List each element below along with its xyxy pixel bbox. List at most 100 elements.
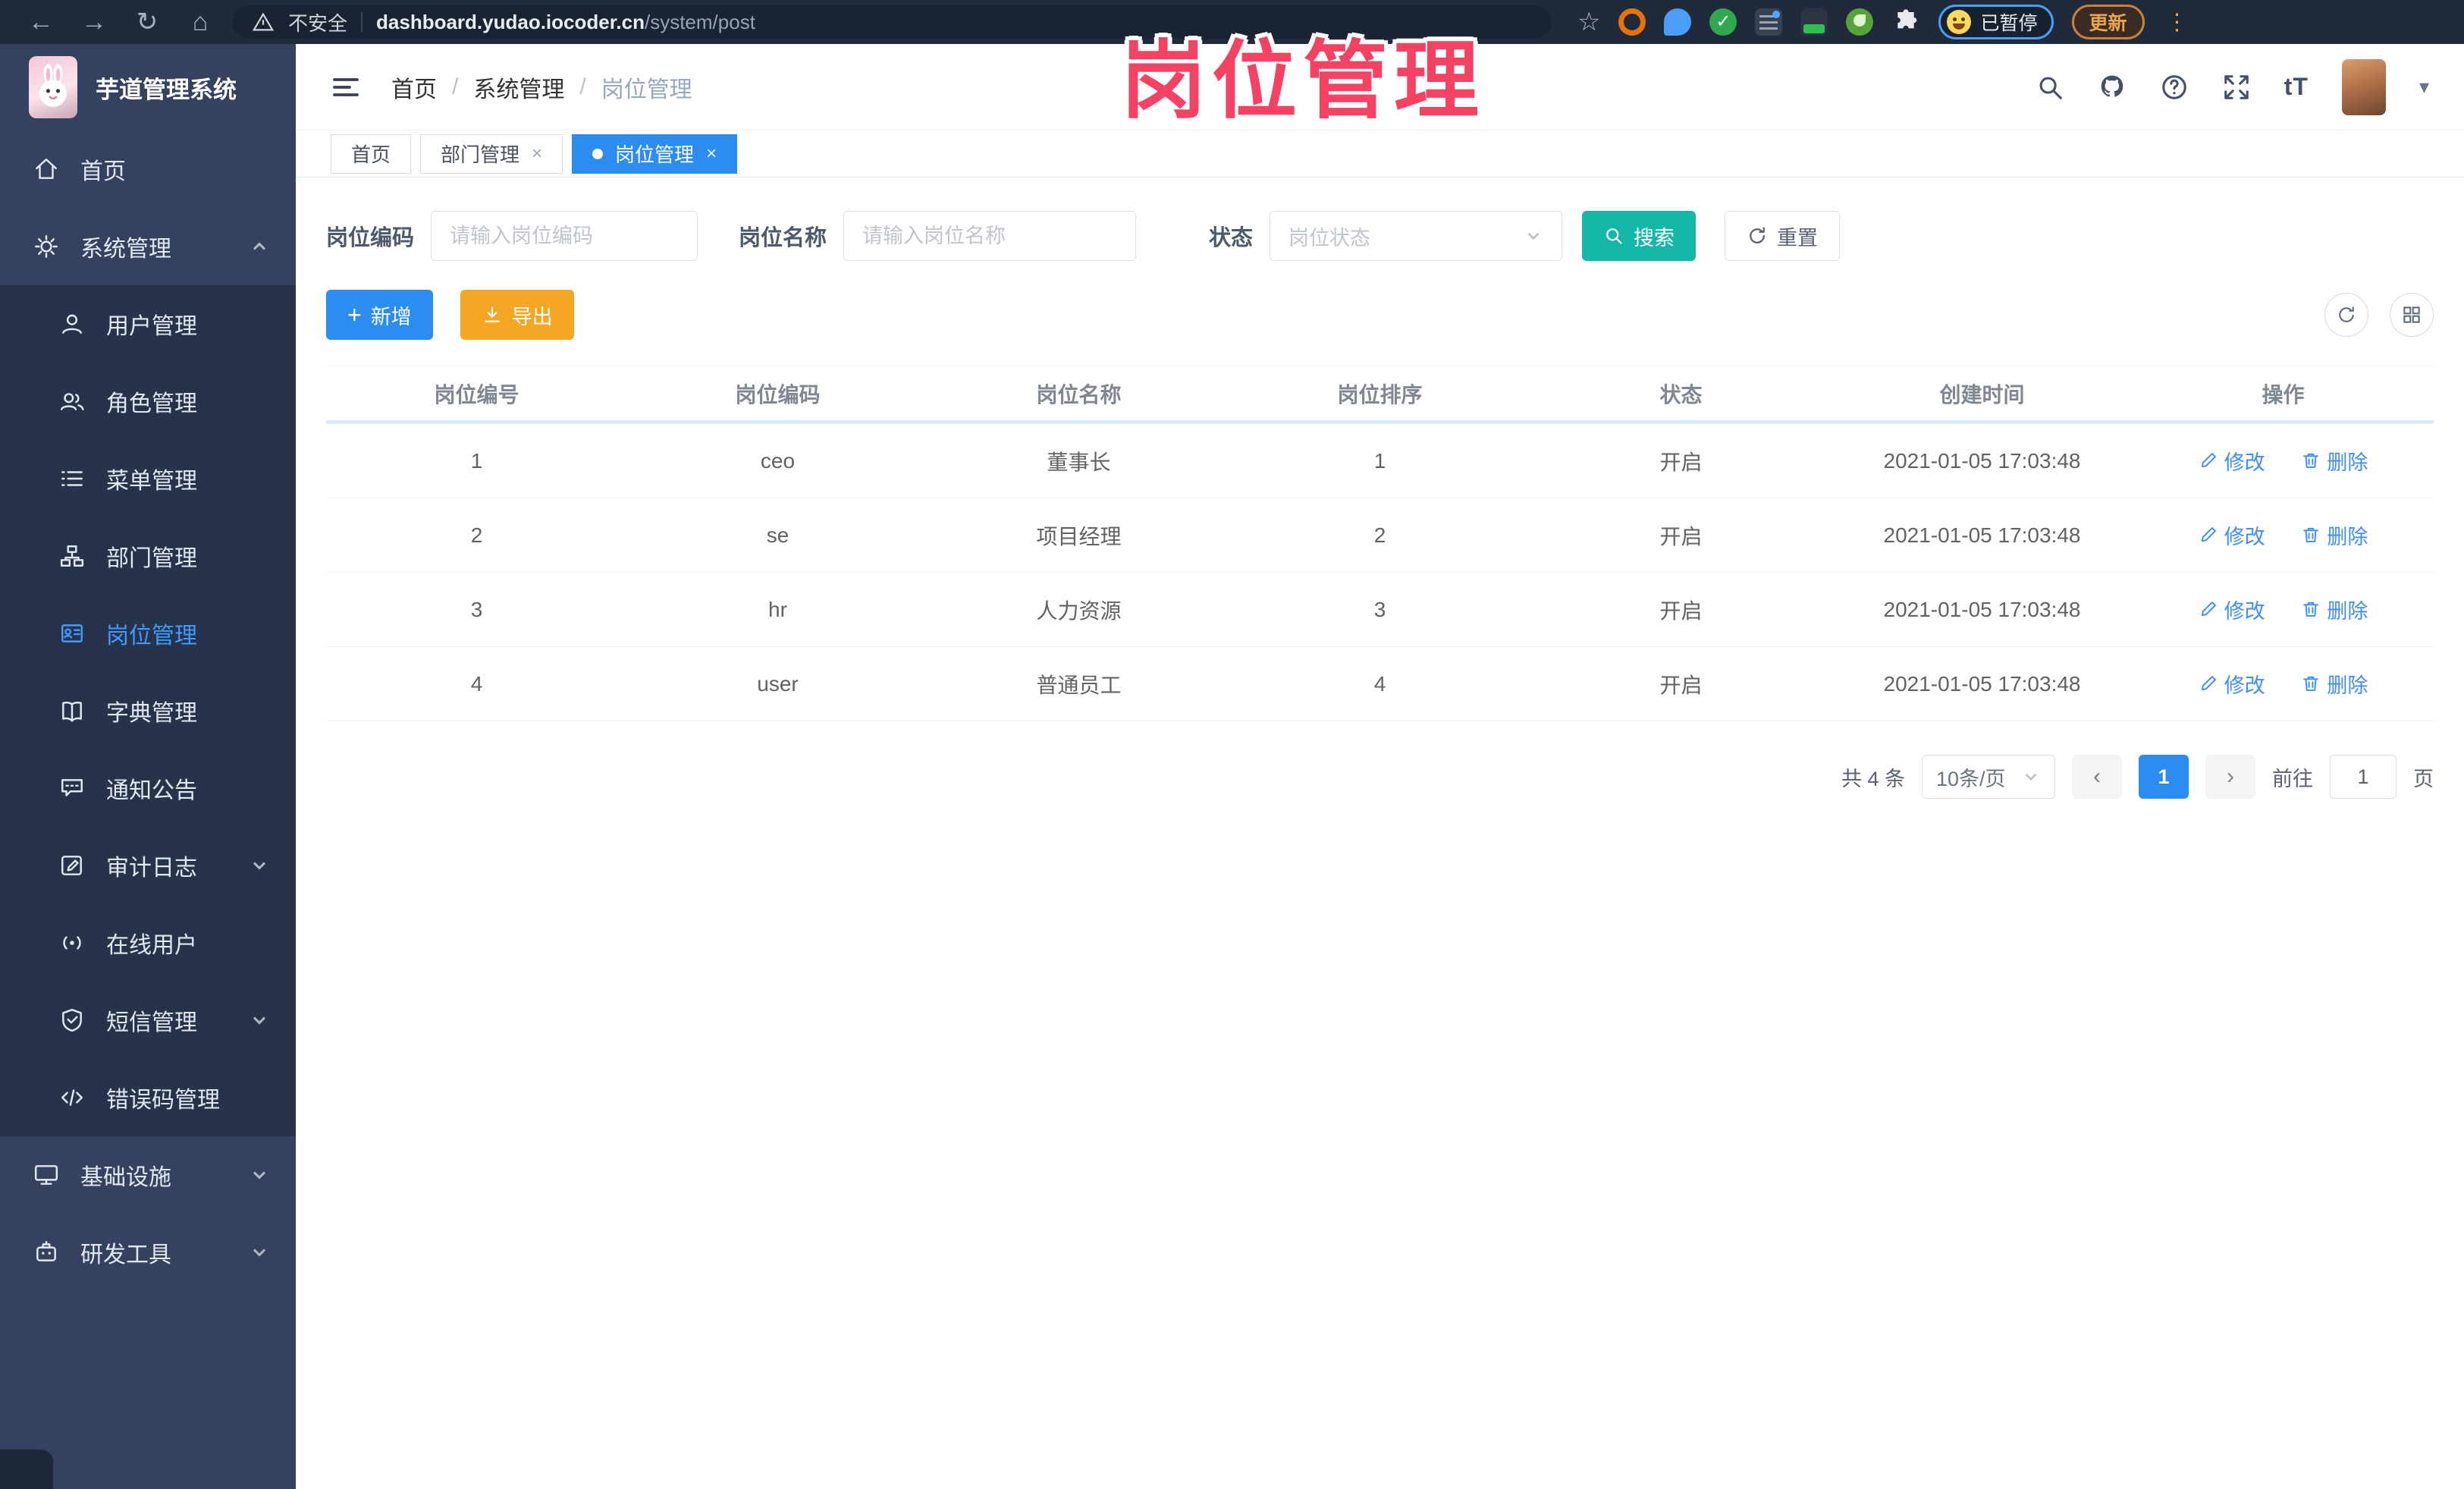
trash-icon [2303,602,2319,617]
robot-icon [36,1240,56,1261]
active-dot [592,148,604,159]
search-icon[interactable] [2036,73,2064,102]
delete-link[interactable]: 删除 [2301,520,2368,550]
edit-link[interactable]: 修改 [2199,595,2265,624]
help-icon[interactable] [2160,73,2189,102]
close-icon[interactable]: × [706,143,717,165]
sidebar-item-departments[interactable]: 部门管理 [0,517,296,595]
delete-label: 删除 [2327,674,2368,697]
edit-link[interactable]: 修改 [2199,669,2265,699]
cell-sort: 1 [1373,448,1386,473]
sidebar-item-error-codes[interactable]: 错误码管理 [0,1059,296,1136]
page-size-select[interactable]: 10条/页 [1922,755,2055,799]
back-icon[interactable]: ← [20,8,62,37]
column-header: 操作 [2262,382,2305,407]
sidebar-item-menus[interactable]: 菜单管理 [0,440,296,517]
cell-actions: 修改 删除 [2133,595,2434,625]
edit-label: 修改 [2224,674,2265,697]
breadcrumb-current: 岗位管理 [601,77,692,102]
tab-home[interactable]: 首页 [331,134,412,174]
sidebar-item-users[interactable]: 用户管理 [0,285,296,363]
chevron-down-icon[interactable]: ▾ [2419,75,2429,99]
delete-link[interactable]: 删除 [2301,669,2368,699]
extension-green-leaf-icon[interactable] [1846,8,1874,36]
browser-menu-icon[interactable]: ⋮ [2163,9,2192,36]
post-name-input[interactable] [843,211,1137,261]
goto-label: 前往 [2272,767,2313,790]
sidebar-item-devtools[interactable]: 研发工具 [0,1214,296,1291]
bookmark-star-icon[interactable]: ☆ [1577,7,1600,37]
security-label[interactable]: 不安全 [288,8,347,36]
export-button[interactable]: 导出 [460,290,574,340]
cell-name: 董事长 [1047,450,1111,474]
add-button[interactable]: + 新增 [326,290,433,340]
address-bar[interactable]: 不安全 dashboard.yudao.iocoder.cn/system/po… [232,5,1552,39]
fullscreen-icon[interactable] [2222,73,2251,102]
sidebar-item-roles[interactable]: 角色管理 [0,363,296,440]
extension-orange-ring-icon[interactable] [1618,8,1646,36]
post-code-input[interactable] [431,211,698,261]
tab-posts[interactable]: 岗位管理 × [572,134,738,174]
edit-link[interactable]: 修改 [2199,520,2265,550]
cell-actions: 修改 删除 [2133,669,2434,699]
page-unit-label: 页 [2413,767,2434,790]
cell-id: 1 [470,448,483,473]
broadcast-icon [63,936,81,950]
sidebar-item-online-users[interactable]: 在线用户 [0,904,296,982]
sidebar-item-notice[interactable]: 通知公告 [0,749,296,827]
search-button[interactable]: 搜索 [1582,211,1697,261]
logo-row[interactable]: 芋道管理系统 [0,44,296,130]
status-select[interactable]: 岗位状态 [1270,211,1563,261]
extension-green-check-icon[interactable]: ✓ [1709,8,1737,36]
extension-sliders-icon[interactable] [1755,8,1783,36]
sidebar-item-label: 研发工具 [80,1242,171,1268]
sidebar-item-dict[interactable]: 字典管理 [0,672,296,749]
extension-dark-badge-icon[interactable] [1800,8,1828,36]
sidebar-item-infrastructure[interactable]: 基础设施 [0,1136,296,1214]
chevron-up-icon [253,242,266,250]
avatar[interactable] [2341,58,2386,115]
cell-status: 开启 [1659,673,1703,697]
hamburger-icon[interactable] [331,72,361,102]
cell-code: se [766,523,789,547]
cell-actions: 修改 删除 [2133,446,2434,476]
extensions-puzzle-icon[interactable] [1891,8,1920,36]
cell-id: 2 [470,523,483,547]
page-number-1[interactable]: 1 [2139,755,2189,799]
sidebar-item-home[interactable]: 首页 [0,130,296,208]
github-icon[interactable] [2098,73,2127,102]
table-row: 2 se 项目经理 2 开启 2021-01-05 17:03:48 修改 删除 [326,498,2434,573]
breadcrumb-system[interactable]: 系统管理 [473,71,564,104]
sidebar-item-posts[interactable]: 岗位管理 [0,595,296,672]
grid-icon [2403,306,2420,323]
tab-departments[interactable]: 部门管理 × [420,134,563,174]
column-settings-button[interactable] [2390,293,2434,337]
sidebar-item-audit-log[interactable]: 审计日志 [0,827,296,904]
refresh-table-button[interactable] [2324,293,2368,337]
column-header: 创建时间 [1939,382,2025,407]
reset-button[interactable]: 重置 [1725,211,1841,261]
tab-label: 岗位管理 [615,143,695,166]
prev-page-button[interactable]: ‹ [2072,755,2122,799]
comment-icon [61,779,83,796]
url-domain: dashboard.yudao.iocoder.cn [376,10,645,33]
font-size-icon[interactable]: tT [2284,73,2309,101]
delete-link[interactable]: 删除 [2301,446,2368,476]
sidebar-item-sms[interactable]: 短信管理 [0,982,296,1059]
url-text[interactable]: dashboard.yudao.iocoder.cn/system/post [376,11,755,34]
sidebar-item-label: 岗位管理 [106,624,197,649]
goto-page-input[interactable] [2330,755,2397,799]
forward-icon[interactable]: → [73,8,115,37]
reload-icon[interactable]: ↻ [126,7,168,37]
extension-blue-pin-icon[interactable] [1664,8,1692,36]
breadcrumb-home[interactable]: 首页 [391,71,437,104]
next-page-button[interactable]: › [2205,755,2255,799]
home-icon[interactable]: ⌂ [179,8,221,37]
update-button[interactable]: 更新 [2071,5,2145,39]
edit-link[interactable]: 修改 [2199,446,2265,476]
close-icon[interactable]: × [532,143,542,165]
user-icon [62,314,82,334]
paused-badge[interactable]: 已暂停 [1938,5,2054,39]
delete-link[interactable]: 删除 [2301,595,2368,624]
sidebar-item-system[interactable]: 系统管理 [0,208,296,285]
